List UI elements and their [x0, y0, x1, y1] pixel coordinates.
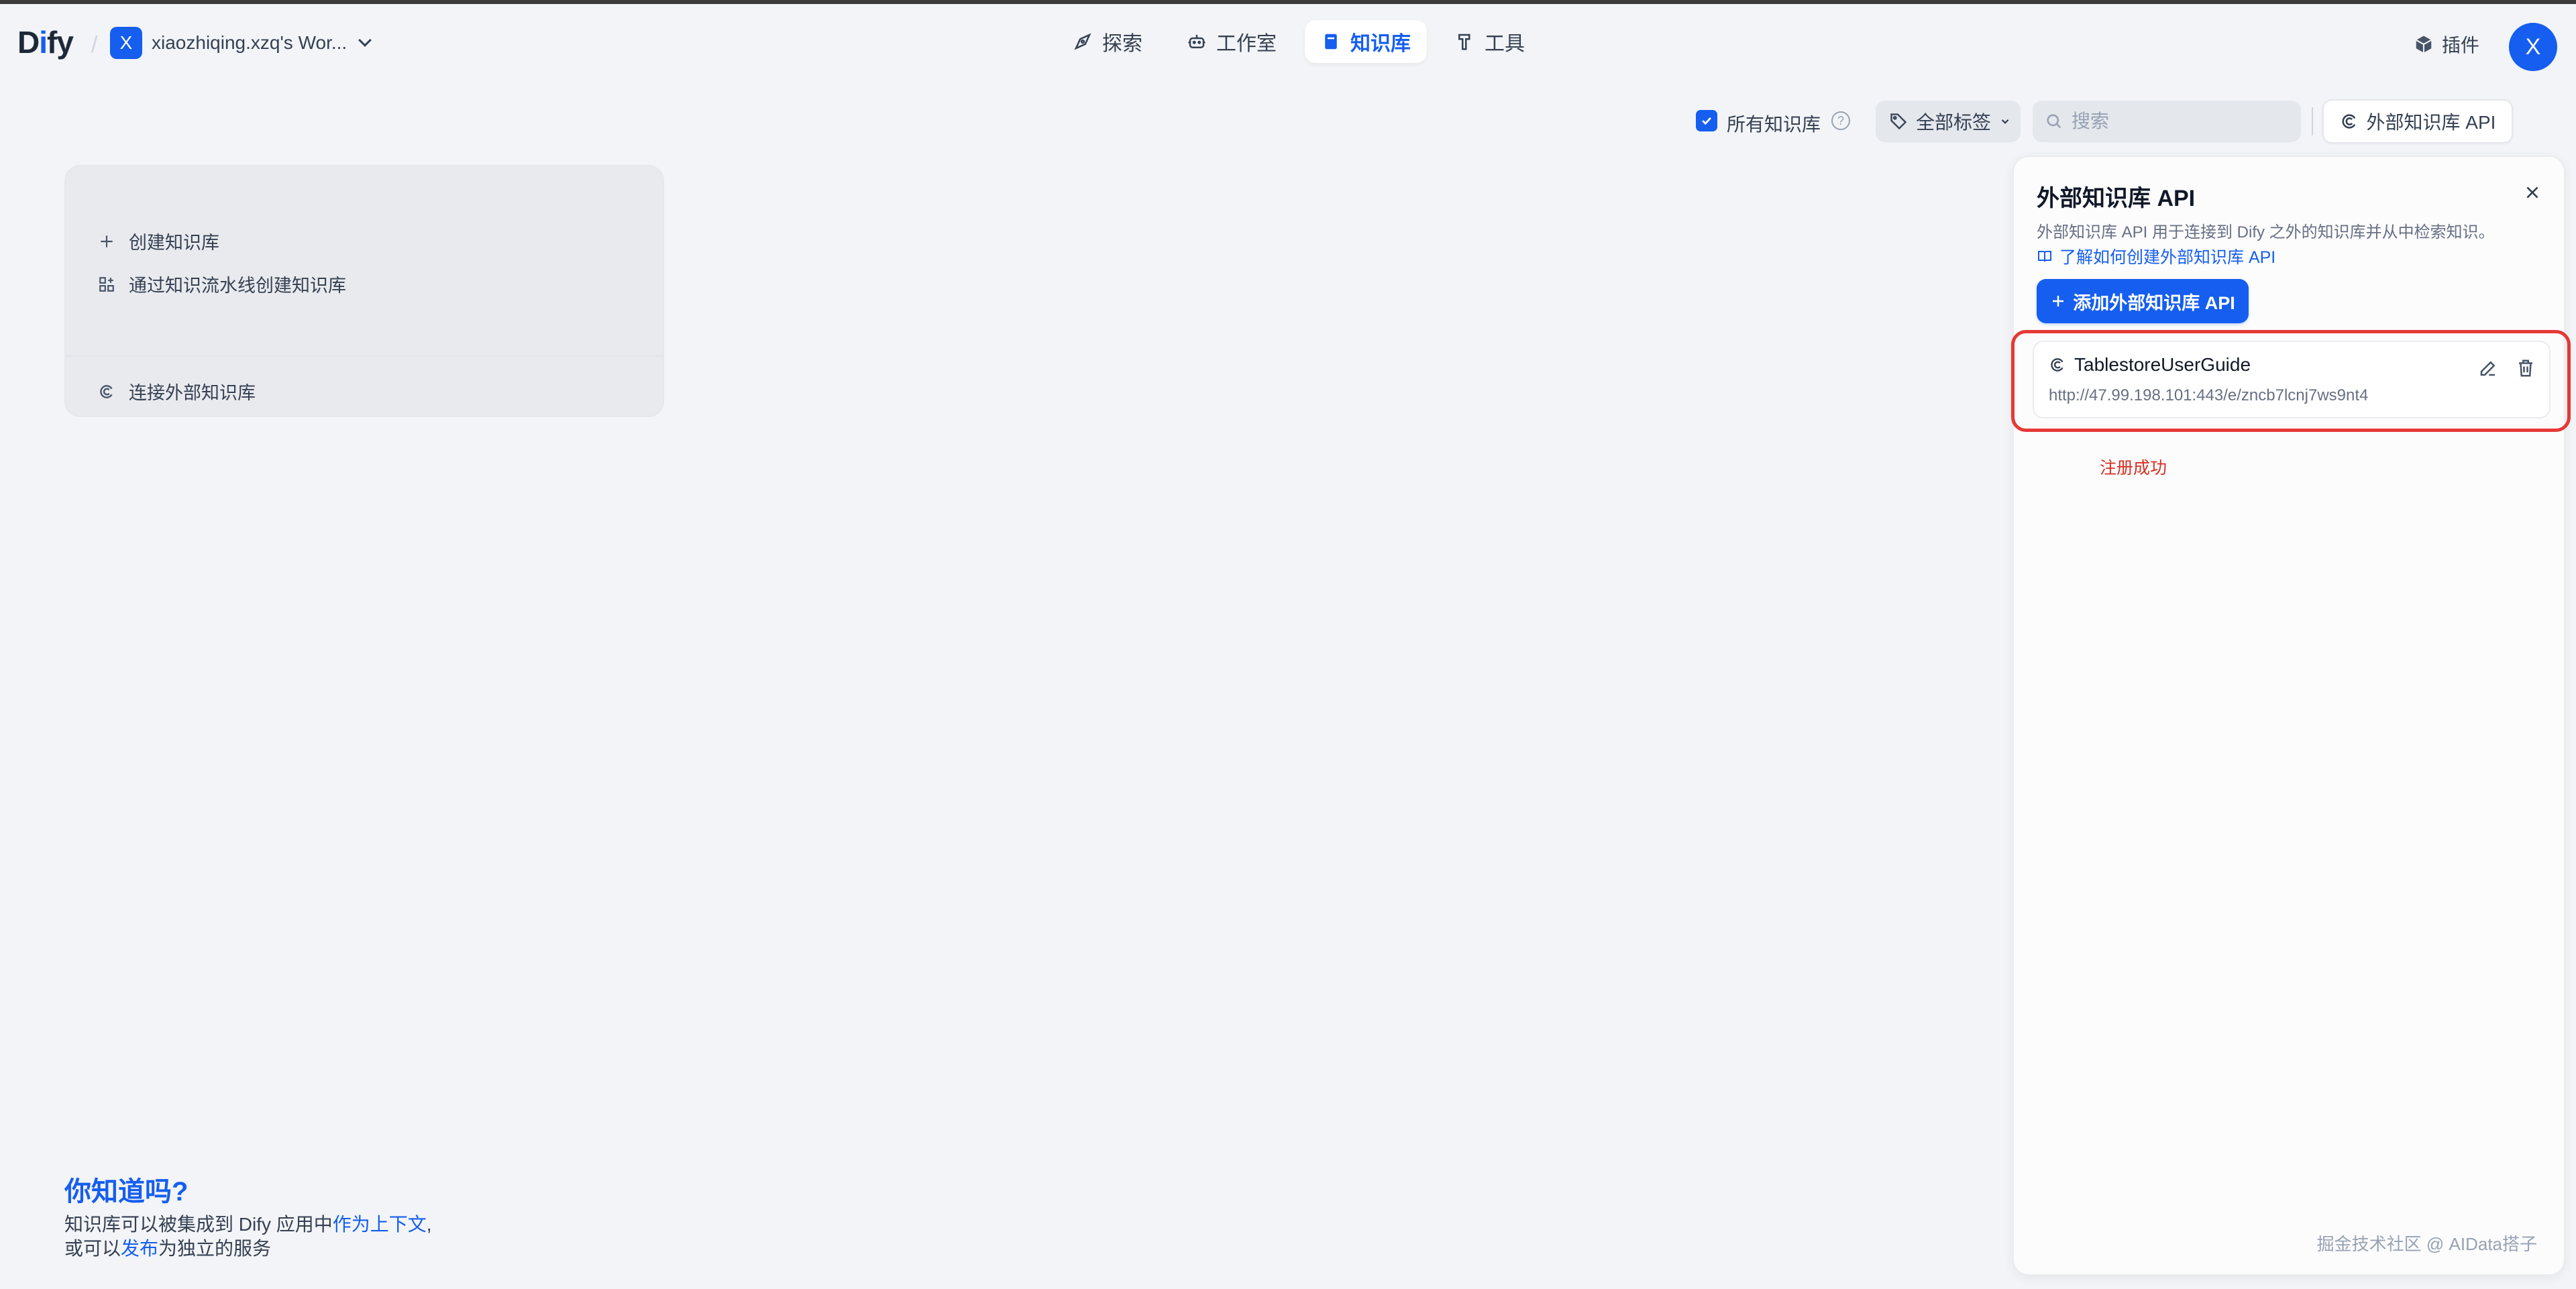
panel-title: 外部知识库 API — [2037, 186, 2196, 211]
plus-icon — [101, 235, 113, 247]
chevron-down-icon — [2001, 119, 2009, 124]
close-icon[interactable] — [2524, 184, 2541, 201]
search-icon — [2047, 114, 2061, 129]
panel-description: 外部知识库 API 用于连接到 Dify 之外的知识库并从中检索知识。 — [2037, 223, 2495, 241]
compass-icon — [1074, 33, 1091, 50]
tag-filter-select[interactable]: 全部标签 — [1876, 101, 2021, 142]
external-knowledge-icon — [2051, 358, 2063, 372]
hammer-icon — [1458, 34, 1470, 50]
main-nav: 探索 工作室 知识库 工具 — [1057, 20, 1541, 63]
tag-filter-label: 全部标签 — [1916, 112, 1992, 133]
create-knowledge-option[interactable]: 创建知识库 — [98, 228, 219, 254]
nav-tools[interactable]: 工具 — [1439, 20, 1541, 63]
help-icon[interactable]: ? — [1831, 111, 1850, 130]
robot-icon — [1188, 35, 1205, 48]
add-external-api-button[interactable]: 添加外部知识库 API — [2037, 279, 2249, 323]
dify-logo[interactable]: Dify — [17, 24, 74, 60]
workspace-avatar: X — [110, 27, 142, 59]
all-knowledge-label[interactable]: 所有知识库 — [1727, 110, 1821, 137]
nav-knowledge-label: 知识库 — [1350, 33, 1411, 55]
trash-icon[interactable] — [2516, 358, 2536, 378]
tag-icon — [1890, 113, 1907, 130]
create-from-pipeline-option[interactable]: 通过知识流水线创建知识库 — [98, 271, 346, 297]
publish-link[interactable]: 发布 — [121, 1238, 158, 1259]
nav-studio[interactable]: 工作室 — [1171, 20, 1293, 63]
user-avatar[interactable]: X — [2509, 23, 2557, 71]
pipeline-icon — [99, 276, 114, 292]
all-knowledge-checkbox[interactable] — [1696, 110, 1717, 131]
create-knowledge-card: 创建知识库 通过知识流水线创建知识库 连接外部知识库 — [64, 165, 664, 417]
nav-knowledge[interactable]: 知识库 — [1305, 20, 1427, 63]
create-from-pipeline-label: 通过知识流水线创建知识库 — [129, 276, 346, 296]
learn-more-label: 了解如何创建外部知识库 API — [2059, 248, 2276, 267]
connect-external-label: 连接外部知识库 — [129, 383, 256, 403]
chevron-down-icon — [358, 34, 372, 47]
check-icon — [1702, 117, 1711, 125]
plugins-label: 插件 — [2442, 35, 2480, 56]
toolbar-divider — [2312, 107, 2313, 135]
create-knowledge-label: 创建知识库 — [129, 233, 219, 253]
api-item-name-row: TablestoreUserGuide — [2049, 354, 2251, 376]
nav-explore[interactable]: 探索 — [1057, 20, 1159, 63]
did-you-know-title: 你知道吗? — [64, 1177, 189, 1207]
watermark-text: 掘金技术社区 @ AIData搭子 — [2316, 1234, 2537, 1254]
open-book-icon — [2038, 251, 2051, 262]
breadcrumb-separator: / — [91, 32, 98, 58]
learn-more-link[interactable]: 了解如何创建外部知识库 API — [2037, 244, 2275, 268]
cube-icon — [2416, 36, 2432, 53]
external-knowledge-icon — [100, 384, 113, 398]
plugins-button[interactable]: 插件 — [2414, 31, 2479, 58]
did-you-know-line-1: 知识库可以被集成到 Dify 应用中作为上下文, — [64, 1214, 432, 1235]
api-item-url: http://47.99.198.101:443/e/zncb7lcnj7ws9… — [2049, 386, 2369, 404]
nav-tools-label: 工具 — [1485, 33, 1525, 55]
book-icon — [1325, 34, 1337, 50]
nav-studio-label: 工作室 — [1216, 33, 1277, 55]
api-list-item[interactable]: TablestoreUserGuide http://47.99.198.101… — [2033, 341, 2551, 418]
as-context-link[interactable]: 作为上下文 — [333, 1214, 427, 1235]
external-api-panel: 外部知识库 API 外部知识库 API 用于连接到 Dify 之外的知识库并从中… — [2011, 156, 2571, 1276]
nav-explore-label: 探索 — [1102, 33, 1142, 55]
external-api-button[interactable]: 外部知识库 API — [2322, 99, 2513, 144]
workspace-selector[interactable]: X xiaozhiqing.xzq's Wor... — [110, 27, 372, 59]
api-item-name: TablestoreUserGuide — [2074, 354, 2251, 375]
workspace-name: xiaozhiqing.xzq's Wor... — [152, 32, 347, 53]
did-you-know-line-2: 或可以发布为独立的服务 — [64, 1238, 272, 1259]
search-box[interactable] — [2033, 101, 2301, 142]
plus-icon — [2053, 296, 2064, 306]
card-divider — [66, 355, 663, 357]
edit-icon[interactable] — [2478, 358, 2498, 378]
connect-external-option[interactable]: 连接外部知识库 — [98, 378, 256, 404]
success-annotation: 注册成功 — [2100, 459, 2167, 478]
external-api-button-label: 外部知识库 API — [2366, 112, 2496, 133]
top-header: Dify / X xiaozhiqing.xzq's Wor... 探索 工作室… — [0, 4, 2576, 78]
search-input[interactable] — [2072, 111, 2286, 132]
add-external-api-label: 添加外部知识库 API — [2073, 292, 2235, 313]
external-knowledge-icon — [2342, 114, 2355, 129]
